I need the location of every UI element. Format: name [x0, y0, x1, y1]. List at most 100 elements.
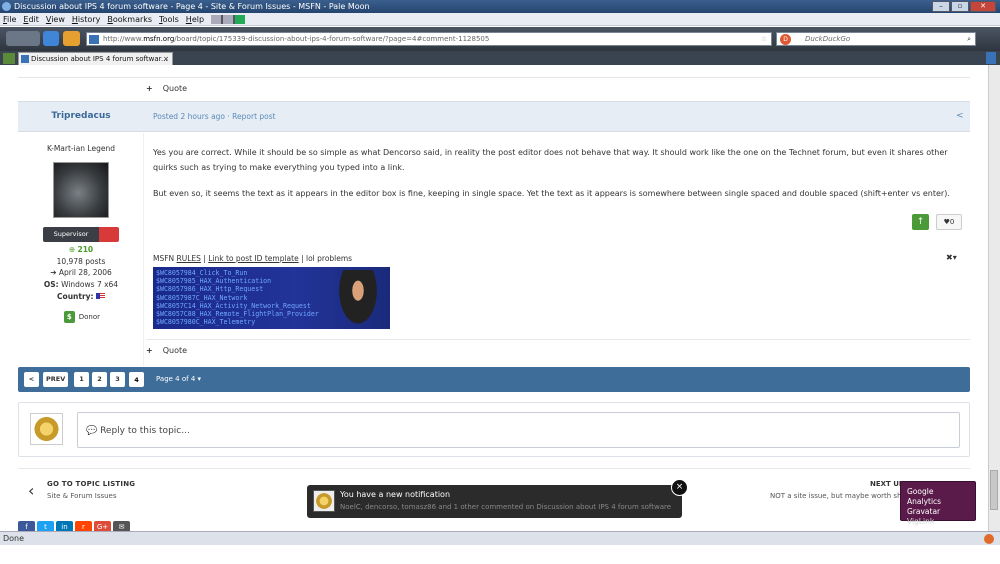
tab-close-icon[interactable]: × [163, 53, 169, 65]
post-meta[interactable]: Posted 2 hours ago · Report post [153, 101, 276, 132]
next-unread-topic-title[interactable]: NOT a site issue, but maybe worth sh [770, 492, 902, 500]
divider [18, 77, 970, 78]
notification-close-icon[interactable]: × [671, 479, 688, 496]
quote-label: Quote [162, 84, 188, 93]
maximize-button[interactable]: ▫ [951, 1, 969, 12]
multiquote-plus-icon[interactable]: + [146, 84, 153, 93]
signature-person-figure [336, 270, 380, 329]
author-title: K-Mart-ian Legend [46, 144, 115, 153]
tab-title: Discussion about IPS 4 forum softwar... [31, 55, 168, 63]
like-button[interactable]: ♥0 [936, 214, 962, 230]
address-bar[interactable]: http://www.msfn.org/board/topic/175339-d… [86, 32, 772, 46]
signature-separator: | [298, 254, 306, 263]
group-label: Supervisor [43, 227, 99, 242]
below-window [0, 545, 1000, 564]
tracker-blocker-popup[interactable]: Google Analytics Gravatar VigLink [900, 481, 976, 526]
reply-input[interactable]: 💬 Reply to this topic... [77, 412, 960, 448]
status-text: Done [3, 534, 25, 543]
page-1-button[interactable]: 1 [74, 372, 89, 387]
menu-file[interactable]: File [3, 13, 16, 25]
tab-favicon [21, 55, 29, 63]
reputation-value: 210 [77, 245, 94, 254]
rules-link[interactable]: RULES [177, 254, 201, 263]
page-4-button[interactable]: 4 [129, 372, 144, 387]
status-bar: Done [0, 531, 1000, 545]
tracker-google-analytics: Google Analytics [907, 487, 942, 506]
donor-badge: $ Donor [64, 310, 100, 323]
signature-prefix: MSFN [153, 254, 177, 263]
duckduckgo-icon: D [780, 34, 791, 45]
author-avatar[interactable] [53, 162, 109, 218]
post-paragraph-1: Yes you are correct. While it should be … [153, 148, 948, 172]
url-prefix: http://www. [103, 35, 144, 43]
us-flag-icon [95, 293, 105, 299]
menu-edit[interactable]: Edit [23, 13, 39, 25]
menu-help[interactable]: Help [186, 13, 204, 25]
page-content [0, 65, 988, 531]
scrollbar-thumb[interactable] [990, 470, 998, 510]
tab-list-icon[interactable] [986, 52, 996, 64]
multiquote-plus-icon[interactable]: + [146, 346, 153, 355]
join-icon: ➔ [50, 268, 59, 277]
notification-title: You have a new notification [340, 490, 451, 499]
hide-signature-icon[interactable]: ✖▾ [946, 253, 957, 262]
tab-msfn-topic[interactable]: Discussion about IPS 4 forum softwar... … [18, 52, 173, 65]
post-count: 10,978 posts [56, 257, 106, 266]
menu-bookmarks[interactable]: Bookmarks [107, 13, 152, 25]
vertical-scrollbar[interactable] [988, 65, 1000, 531]
page-jump-dropdown[interactable]: Page 4 of 4 ▾ [156, 372, 201, 387]
upvote-arrow-icon[interactable]: ↑ [912, 214, 929, 230]
search-placeholder: DuckDuckGo [805, 35, 851, 43]
page-3-button[interactable]: 3 [110, 372, 125, 387]
pale-moon-icon [2, 2, 11, 11]
back-forward-button[interactable] [6, 31, 40, 46]
quote-label: Quote [162, 346, 188, 355]
group-badge: Supervisor [43, 227, 119, 242]
menu-bar: File Edit View History Bookmarks Tools H… [0, 13, 1000, 26]
os-info: OS: Windows 7 x64 [18, 280, 144, 289]
prev-page-button[interactable]: PREV [43, 372, 69, 387]
dollar-icon: $ [64, 310, 75, 323]
country-info: Country: [18, 292, 144, 301]
signature: MSFN RULES | Link to post ID template | … [153, 253, 352, 265]
prev-arrow-button[interactable]: < [24, 372, 39, 387]
quote-button-previous[interactable]: + Quote [146, 79, 187, 99]
chevron-left-icon[interactable]: ‹ [28, 481, 34, 500]
menu-view[interactable]: View [46, 13, 65, 25]
minimize-button[interactable]: – [932, 1, 950, 12]
signature-tail: lol problems [306, 254, 353, 263]
go-to-topic-listing-link[interactable]: GO TO TOPIC LISTING [47, 480, 135, 488]
notification-body: NoelC, dencorso, tomasz86 and 1 other co… [340, 503, 672, 511]
quote-button[interactable]: + Quote [146, 341, 187, 361]
window-controls: – ▫ ✕ [932, 1, 996, 12]
reputation: ⊕ 210 [18, 245, 144, 254]
search-bar[interactable]: D DuckDuckGo ⌕ [776, 32, 976, 46]
reload-icon[interactable] [43, 31, 59, 46]
addon-status-icon[interactable] [984, 534, 994, 544]
home-icon[interactable] [63, 31, 80, 46]
notification-avatar [313, 490, 335, 512]
os-value: Windows 7 x64 [61, 280, 119, 289]
share-icon[interactable]: < [956, 111, 964, 121]
forum-name[interactable]: Site & Forum Issues [47, 492, 117, 500]
close-window-button[interactable]: ✕ [970, 1, 996, 12]
divider [146, 339, 970, 340]
menu-tools[interactable]: Tools [159, 13, 179, 25]
joined-value: April 28, 2006 [58, 268, 112, 277]
supervisor-gem-icon [99, 227, 119, 242]
current-user-avatar [30, 413, 63, 445]
post-author-name[interactable]: Tripredacus [18, 101, 144, 132]
page-2-button[interactable]: 2 [92, 372, 107, 387]
menu-history[interactable]: History [72, 13, 100, 25]
url-host: msfn.org [143, 35, 175, 43]
reputation-plus-icon: ⊕ [68, 245, 78, 254]
tab-group-icon[interactable] [3, 53, 15, 64]
post-id-template-link[interactable]: Link to post ID template [208, 254, 298, 263]
country-label: Country: [57, 292, 94, 301]
search-icon[interactable]: ⌕ [967, 33, 971, 45]
tracker-gravatar: Gravatar [907, 507, 941, 516]
site-favicon [89, 35, 99, 44]
bookmark-star-icon[interactable]: ☆ [761, 33, 767, 45]
joined-date: ➔ April 28, 2006 [18, 268, 144, 277]
menu-toolbar-icons[interactable] [211, 15, 246, 24]
